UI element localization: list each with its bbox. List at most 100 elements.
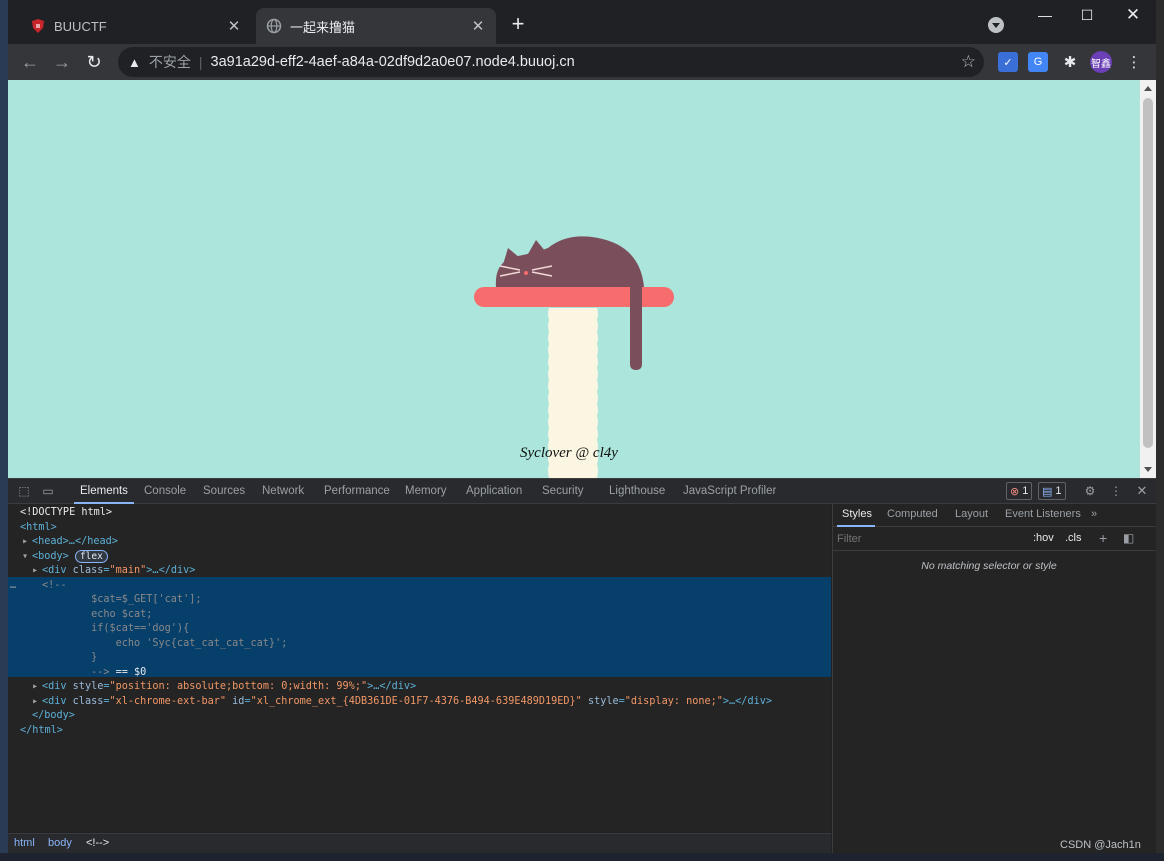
close-tab-icon[interactable]: ✕ [468,16,488,36]
styles-filter-bar: :hov .cls + ◧ [833,528,1156,551]
csdn-watermark: CSDN @Jach1n [1060,839,1141,851]
new-tab-button[interactable]: + [506,12,530,36]
profile-avatar[interactable]: 智鑫 [1090,51,1112,73]
page-scrollbar[interactable] [1140,80,1156,478]
styles-filter-input[interactable] [835,530,1019,548]
div-ext-node[interactable]: ▸ <div class="xl-chrome-ext-bar" id="xl_c… [32,695,772,710]
device-toolbar-icon[interactable]: ▭ [40,483,56,499]
inspect-element-icon[interactable]: ⬚ [16,483,32,499]
div-main-node[interactable]: ▸ <div class="main">…</div> [32,564,195,579]
security-label[interactable]: 不安全 [149,52,191,72]
styles-pane: Styles Computed Layout Event Listeners »… [832,504,1156,853]
toggle-sidebar-icon[interactable]: ◧ [1123,531,1134,545]
devtools-panel: ⬚ ▭ Elements Console Sources Network Per… [8,478,1156,853]
breadcrumb-html[interactable]: html [14,837,35,849]
devtools-menu-icon[interactable]: ⋮ [1108,483,1124,499]
tab-strip: BUUCTF ✕ 一起来撸猫 ✕ + — ☐ ✕ [8,0,1156,44]
div-main-tag: <div [42,565,73,576]
more-tabs-chevron-icon[interactable]: » [1091,508,1097,520]
body-close-node[interactable]: </body> [32,709,75,724]
desktop-left-edge [0,0,8,861]
devtools-tab-js-profiler[interactable]: JavaScript Profiler [683,479,776,503]
minimize-button[interactable]: — [1022,0,1068,30]
expand-triangle-icon[interactable]: ▸ [32,564,42,579]
comment-end-text: --> [42,666,110,678]
devtools-tab-elements[interactable]: Elements [74,479,134,504]
warning-triangle-icon[interactable]: ▲ [128,55,141,70]
close-devtools-icon[interactable]: ✕ [1134,483,1150,499]
close-window-button[interactable]: ✕ [1110,0,1156,30]
tab-event-listeners[interactable]: Event Listeners [1005,508,1081,520]
address-bar[interactable]: ▲ 不安全 | 3a91a29d-eff2-4aef-a84a-02df9d2a… [118,47,984,77]
error-count-badge[interactable]: ⊗ 1 [1006,482,1033,500]
scroll-down-arrow-icon[interactable] [1144,467,1152,472]
devtools-tab-security[interactable]: Security [542,479,584,503]
comment-line-6[interactable]: } [42,651,97,666]
devtools-tab-lighthouse[interactable]: Lighthouse [609,479,665,503]
body-open-text: <body> [32,550,69,562]
devtools-tab-sources[interactable]: Sources [203,479,245,503]
browser-toolbar: ← → ↻ ▲ 不安全 | 3a91a29d-eff2-4aef-a84a-02… [8,44,1156,80]
forward-arrow-icon[interactable]: → [50,50,74,74]
add-rule-icon[interactable]: + [1099,530,1107,546]
node-actions-ellipsis-icon[interactable]: … [10,579,16,594]
comment-line-2[interactable]: $cat=$_GET['cat']; [42,593,201,608]
flex-badge[interactable]: flex [74,549,108,563]
div-main-close: >…</div> [146,565,196,576]
cls-toggle[interactable]: .cls [1065,532,1082,544]
devtools-tab-memory[interactable]: Memory [405,479,447,503]
div-style-node[interactable]: ▸ <div style="position: absolute;bottom: … [32,680,416,695]
comment-line-5[interactable]: echo 'Syc{cat_cat_cat_cat}'; [42,637,288,652]
extension-bird-icon[interactable]: ✓ [998,52,1018,72]
scrollbar-thumb[interactable] [1143,98,1153,448]
scroll-up-arrow-icon[interactable] [1144,86,1152,91]
collapse-triangle-icon[interactable]: ▾ [22,550,32,565]
devtools-tab-application[interactable]: Application [466,479,522,503]
back-arrow-icon[interactable]: ← [18,50,42,74]
div-ext-id-val: "xl_chrome_ext_{4DB361DE-01F7-4376-B494-… [250,695,582,707]
devtools-tab-console[interactable]: Console [144,479,186,503]
tab-styles[interactable]: Styles [842,508,872,520]
tab-buuctf[interactable]: BUUCTF ✕ [20,8,252,44]
comment-line-1[interactable]: <!-- [42,579,67,594]
expand-triangle-icon[interactable]: ▸ [32,695,42,710]
div-main-val: "main" [109,565,147,576]
close-tab-icon[interactable]: ✕ [224,16,244,36]
reload-icon[interactable]: ↻ [82,50,106,74]
html-close-node[interactable]: </html> [20,724,63,739]
message-icon: ▤ [1042,485,1053,498]
div-ext-class-val: "xl-chrome-ext-bar" [109,695,227,707]
html-node[interactable]: <html> [20,521,57,536]
expand-triangle-icon[interactable]: ▸ [22,535,32,550]
settings-gear-icon[interactable]: ⚙ [1082,483,1098,499]
tab-computed[interactable]: Computed [887,508,938,520]
extensions-puzzle-icon[interactable]: ✱ [1060,52,1080,72]
tab-search-icon[interactable] [988,17,1004,33]
doctype-node[interactable]: <!DOCTYPE html> [20,506,112,521]
devtools-tab-bar: ⬚ ▭ Elements Console Sources Network Per… [8,478,1156,504]
comment-line-3[interactable]: echo $cat; [42,608,152,623]
breadcrumb-comment[interactable]: <!--> [86,837,109,849]
message-count: 1 [1055,485,1062,497]
tab-cat-page[interactable]: 一起来撸猫 ✕ [256,8,496,44]
breadcrumb-body[interactable]: body [48,837,72,849]
url-text[interactable]: 3a91a29d-eff2-4aef-a84a-02df9d2a0e07.nod… [211,54,575,70]
comment-line-7[interactable]: --> == $0 [42,666,146,681]
kebab-menu-icon[interactable]: ⋮ [1124,52,1144,72]
expand-triangle-icon[interactable]: ▸ [32,680,42,695]
body-node[interactable]: ▾ <body> flex [22,549,108,565]
hov-toggle[interactable]: :hov [1033,532,1054,544]
head-node[interactable]: ▸ <head>…</head> [22,535,118,550]
devtools-tab-network[interactable]: Network [262,479,304,503]
globe-icon [266,18,282,34]
message-count-badge[interactable]: ▤ 1 [1038,482,1066,500]
page-viewport: Syclover @ cl4y [8,80,1140,478]
comment-line-4[interactable]: if($cat=='dog'){ [42,622,189,637]
breadcrumb: html body <!--> [8,833,831,853]
tab-layout[interactable]: Layout [955,508,988,520]
bookmark-star-icon[interactable]: ☆ [961,52,976,72]
devtools-tab-performance[interactable]: Performance [324,479,390,503]
active-tab-indicator [837,525,875,527]
translate-icon[interactable]: G [1028,52,1048,72]
maximize-button[interactable]: ☐ [1064,0,1110,30]
